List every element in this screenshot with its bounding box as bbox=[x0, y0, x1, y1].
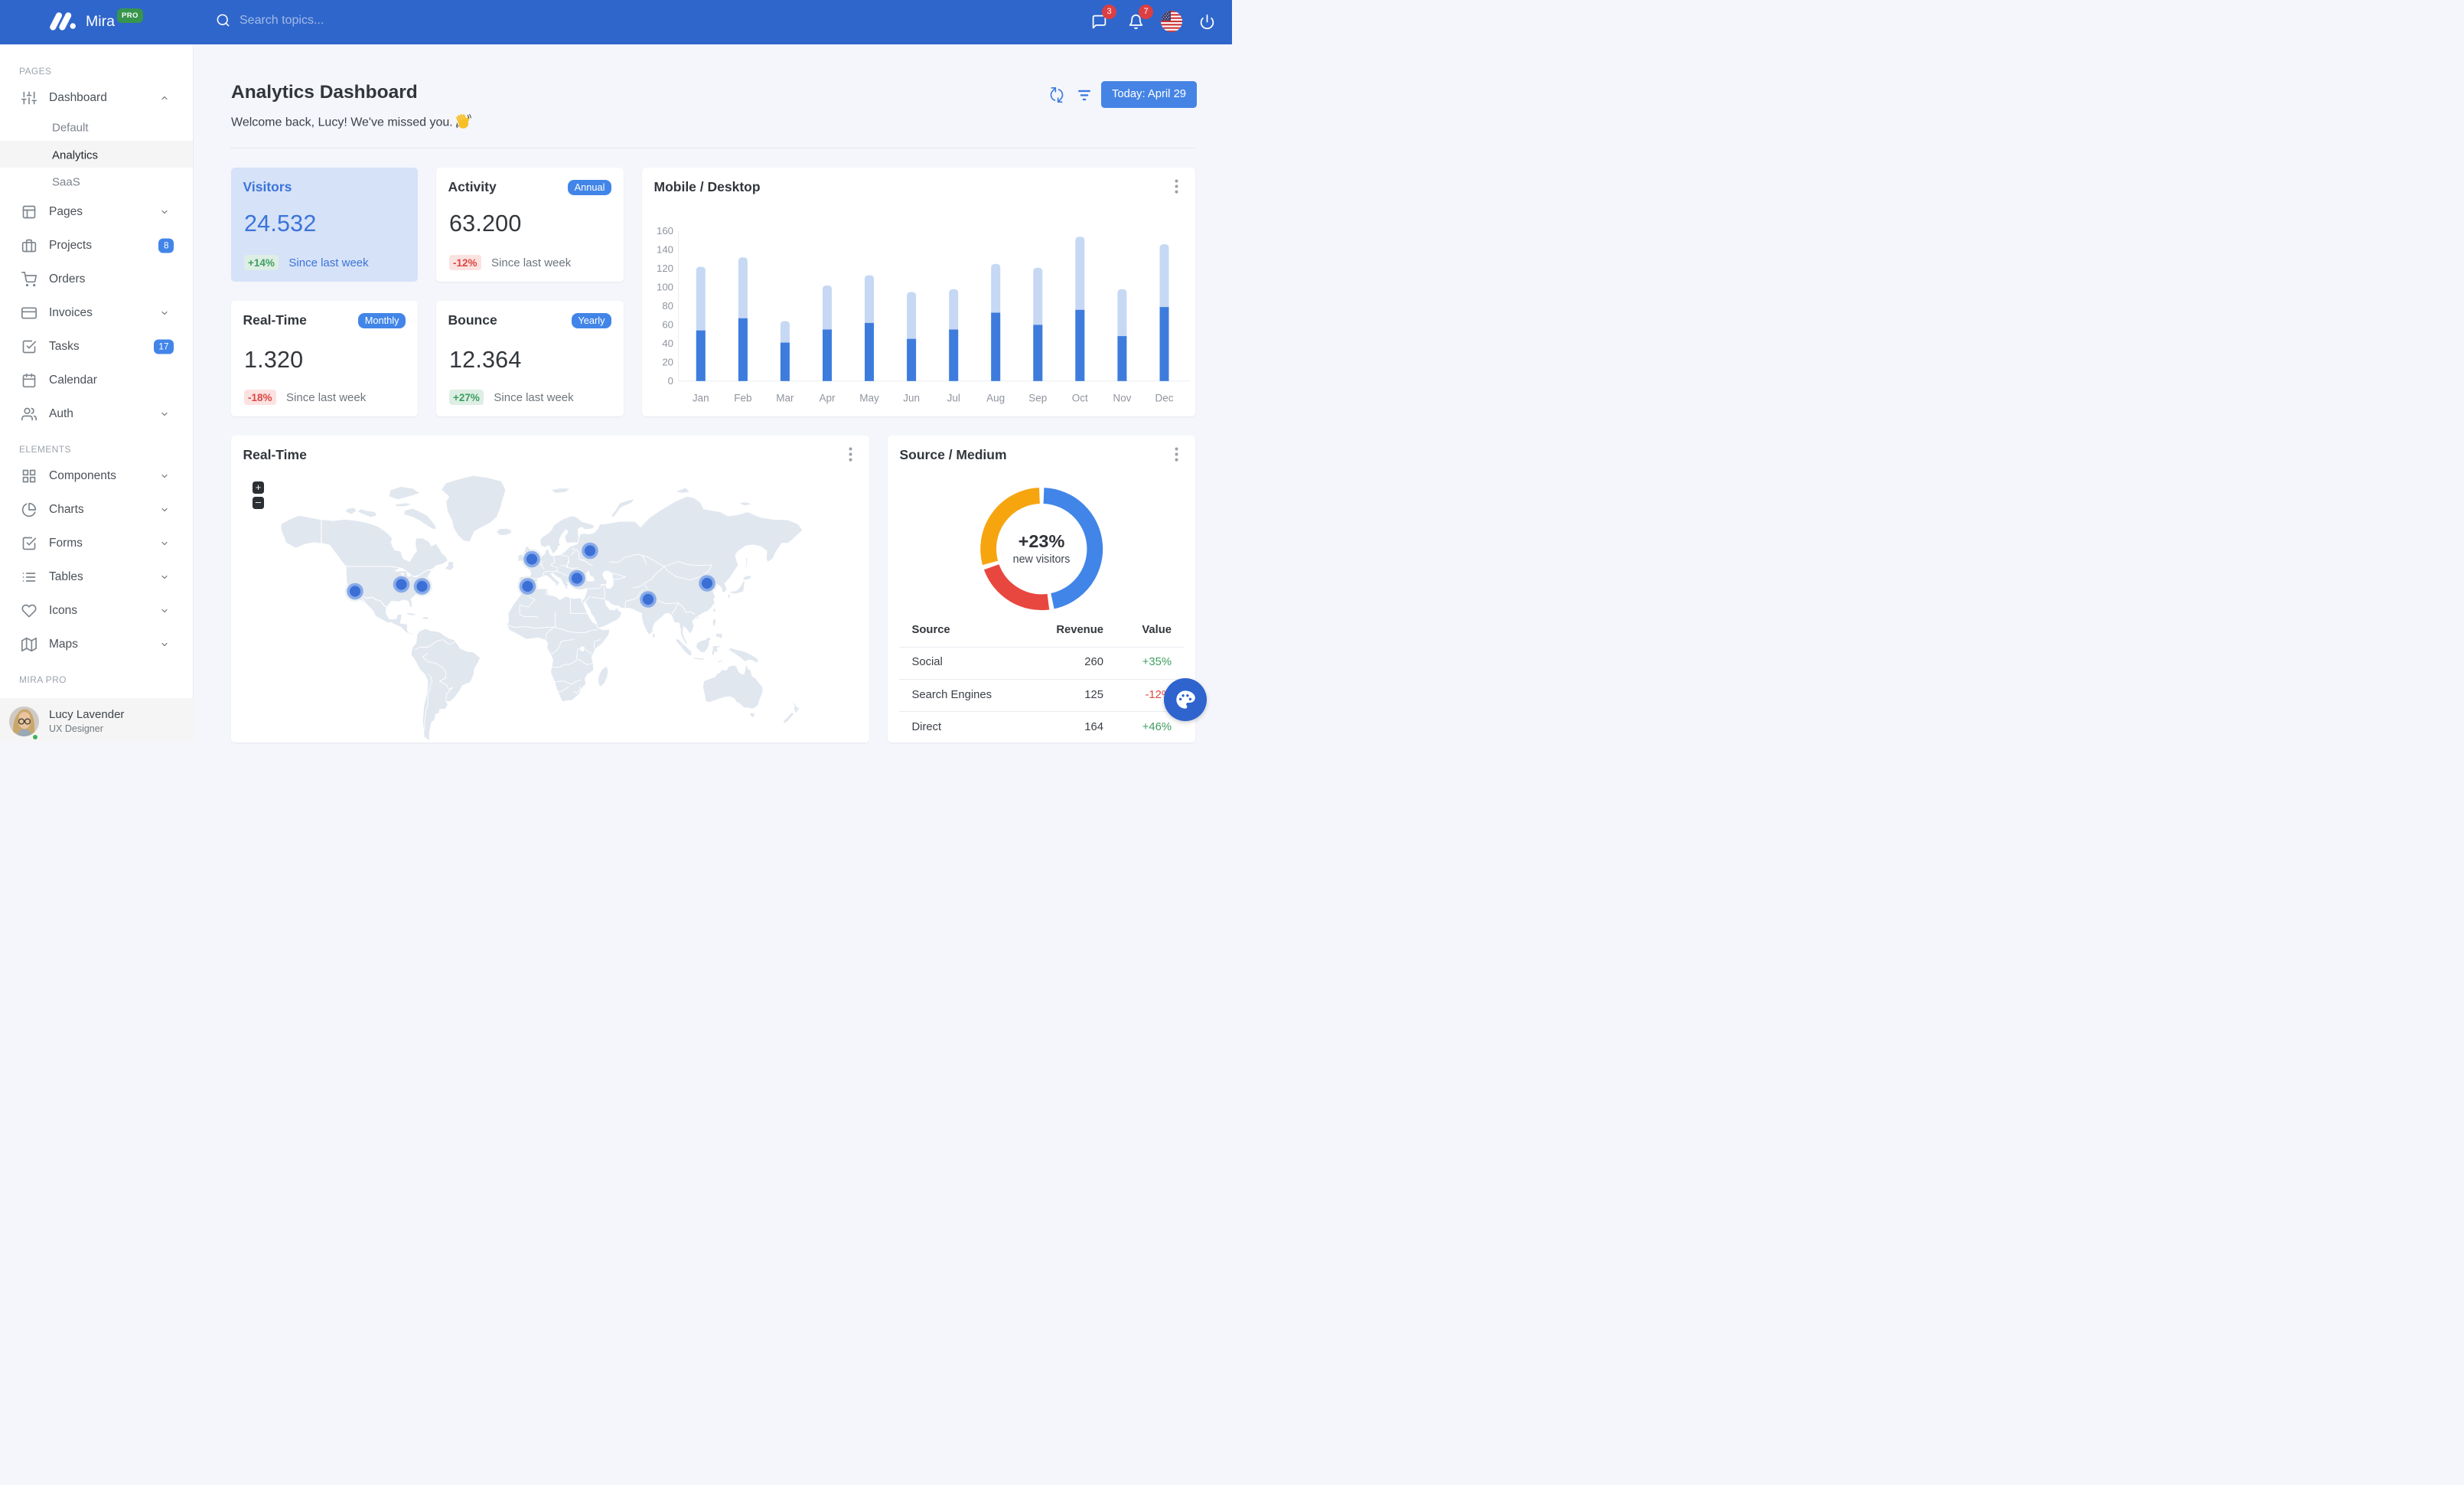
svg-text:Dec: Dec bbox=[1155, 392, 1173, 403]
svg-text:120: 120 bbox=[657, 263, 673, 274]
svg-text:100: 100 bbox=[657, 281, 673, 292]
svg-text:Oct: Oct bbox=[1072, 392, 1088, 403]
svg-text:Jul: Jul bbox=[947, 392, 960, 403]
svg-text:160: 160 bbox=[657, 225, 673, 237]
svg-text:Aug: Aug bbox=[986, 392, 1005, 403]
svg-text:80: 80 bbox=[662, 300, 673, 312]
svg-text:40: 40 bbox=[662, 338, 673, 349]
svg-text:Mar: Mar bbox=[776, 392, 794, 403]
svg-text:Nov: Nov bbox=[1113, 392, 1131, 403]
svg-text:0: 0 bbox=[668, 375, 673, 387]
svg-text:Feb: Feb bbox=[734, 392, 751, 403]
svg-text:Sep: Sep bbox=[1028, 392, 1047, 403]
svg-text:60: 60 bbox=[662, 318, 673, 330]
svg-text:140: 140 bbox=[657, 243, 673, 255]
svg-text:May: May bbox=[859, 392, 879, 403]
svg-text:Jun: Jun bbox=[903, 392, 920, 403]
svg-text:Jan: Jan bbox=[693, 392, 709, 403]
svg-text:20: 20 bbox=[662, 356, 673, 367]
svg-text:Apr: Apr bbox=[819, 392, 836, 403]
